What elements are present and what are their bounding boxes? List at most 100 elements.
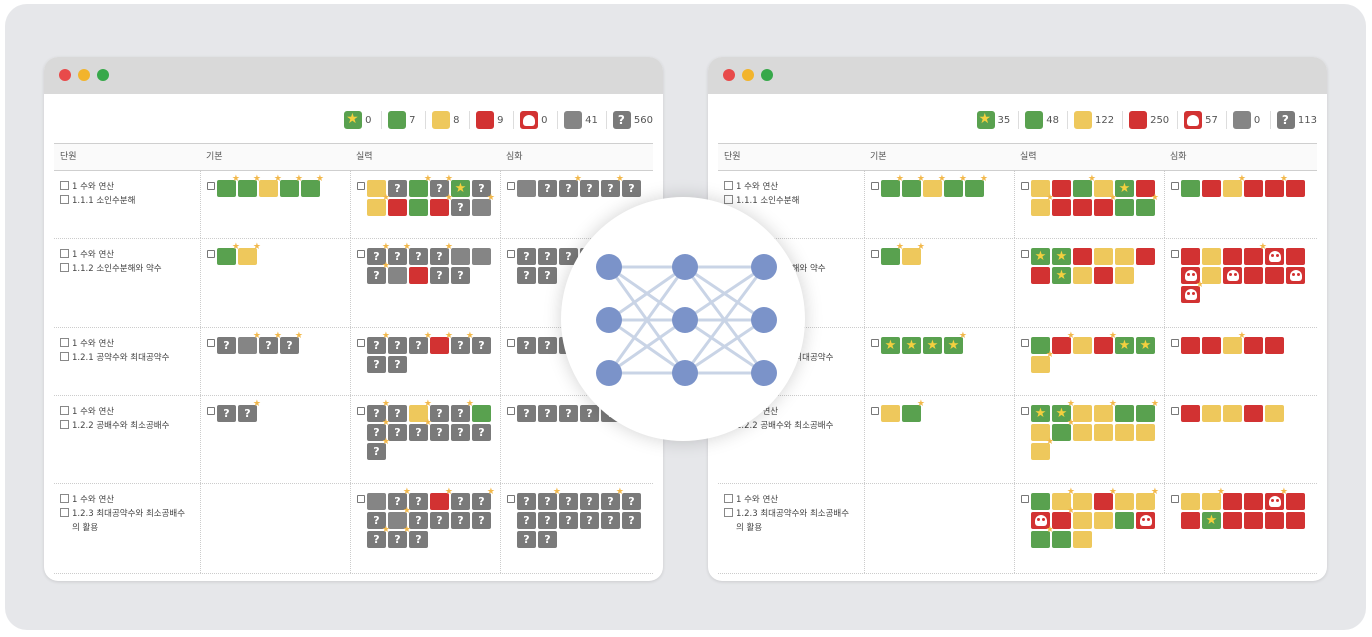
minimize-dot[interactable]	[78, 69, 90, 81]
cell-checkbox[interactable]	[1171, 407, 1179, 415]
yellow-tile[interactable]	[1115, 267, 1134, 284]
gray-tile[interactable]	[472, 248, 491, 265]
cell-checkbox[interactable]	[1021, 339, 1029, 347]
star-tile[interactable]: ★	[1115, 180, 1134, 197]
yellow-tile[interactable]	[1094, 424, 1113, 441]
red-tile[interactable]	[1244, 180, 1263, 197]
red-tile[interactable]: ★	[1094, 488, 1117, 510]
red-tile[interactable]	[1223, 512, 1242, 529]
red-tile[interactable]	[1181, 337, 1200, 354]
cell-checkbox[interactable]	[357, 495, 365, 503]
gray-tile[interactable]	[388, 267, 407, 284]
yellow-tile[interactable]	[1265, 405, 1284, 422]
green-tile[interactable]: ★	[1052, 419, 1075, 441]
skull-tile[interactable]	[1223, 267, 1242, 284]
green-tile[interactable]: ★	[280, 175, 303, 197]
question-tile[interactable]: ?	[451, 493, 470, 510]
cell-checkbox[interactable]	[1171, 182, 1179, 190]
minimize-dot[interactable]	[742, 69, 754, 81]
cell-checkbox[interactable]	[871, 250, 879, 258]
star-tile[interactable]: ★	[1136, 337, 1155, 354]
green-tile[interactable]	[472, 405, 491, 422]
yellow-tile[interactable]: ★	[238, 243, 261, 265]
gray-tile[interactable]	[451, 248, 470, 265]
yellow-tile[interactable]	[1094, 248, 1113, 265]
green-tile[interactable]	[1181, 180, 1200, 197]
unit-checkbox[interactable]	[60, 195, 69, 204]
question-tile[interactable]: ? ★	[601, 175, 624, 197]
question-tile[interactable]: ? ★	[409, 332, 432, 354]
question-tile[interactable]: ?	[430, 424, 449, 441]
gray-tile[interactable]	[517, 180, 536, 197]
red-tile[interactable]	[1286, 512, 1305, 529]
unit-checkbox[interactable]	[60, 406, 69, 415]
question-tile[interactable]: ?	[367, 356, 386, 373]
cell-checkbox[interactable]	[357, 339, 365, 347]
cell-checkbox[interactable]	[207, 339, 215, 347]
yellow-tile[interactable]: ★	[902, 243, 925, 265]
red-tile[interactable]	[1244, 267, 1263, 284]
unit-checkbox[interactable]	[60, 508, 69, 517]
red-tile[interactable]	[1052, 180, 1071, 197]
question-tile[interactable]: ?	[217, 405, 236, 422]
green-tile[interactable]: ★	[881, 175, 904, 197]
question-tile[interactable]: ? ★	[451, 400, 474, 422]
skull-tile[interactable]: ★	[1181, 281, 1204, 303]
question-tile[interactable]: ?	[517, 512, 536, 529]
star-tile[interactable]: ★ ★	[944, 332, 967, 354]
yellow-tile[interactable]: ★	[1031, 438, 1054, 460]
red-tile[interactable]	[1223, 493, 1242, 510]
question-tile[interactable]: ?	[217, 337, 236, 354]
green-tile[interactable]: ★	[902, 400, 925, 422]
red-tile[interactable]	[1202, 180, 1221, 197]
yellow-tile[interactable]	[1073, 405, 1092, 422]
red-tile[interactable]	[1136, 248, 1155, 265]
question-tile[interactable]: ? ★	[430, 243, 453, 265]
yellow-tile[interactable]	[1202, 248, 1221, 265]
red-tile[interactable]	[1073, 199, 1092, 216]
yellow-tile[interactable]	[1115, 493, 1134, 510]
red-tile[interactable]	[1094, 267, 1113, 284]
green-tile[interactable]: ★	[217, 243, 240, 265]
question-tile[interactable]: ?	[538, 512, 557, 529]
question-tile[interactable]: ?	[517, 493, 536, 510]
unit-checkbox[interactable]	[60, 181, 69, 190]
question-tile[interactable]: ?	[580, 180, 599, 197]
question-tile[interactable]: ?	[538, 248, 557, 265]
cell-checkbox[interactable]	[507, 495, 515, 503]
question-tile[interactable]: ? ★	[409, 419, 432, 441]
cell-checkbox[interactable]	[1171, 495, 1179, 503]
question-tile[interactable]: ?	[517, 405, 536, 422]
yellow-tile[interactable]: ★	[1202, 488, 1225, 510]
red-tile[interactable]	[1031, 267, 1050, 284]
red-tile[interactable]	[1052, 199, 1071, 216]
green-tile[interactable]: ★	[902, 175, 925, 197]
green-tile[interactable]	[1115, 199, 1134, 216]
green-tile[interactable]: ★	[1136, 194, 1159, 216]
red-tile[interactable]	[1223, 248, 1242, 265]
question-tile[interactable]: ? ★	[367, 526, 390, 548]
cell-checkbox[interactable]	[871, 407, 879, 415]
yellow-tile[interactable]	[1094, 512, 1113, 529]
green-tile[interactable]: ★	[965, 175, 988, 197]
cell-checkbox[interactable]	[1021, 495, 1029, 503]
green-tile[interactable]: ★	[217, 175, 240, 197]
question-tile[interactable]: ?	[601, 512, 620, 529]
yellow-tile[interactable]: ★	[1223, 175, 1246, 197]
question-tile[interactable]: ?	[388, 356, 407, 373]
question-tile[interactable]: ?	[622, 493, 641, 510]
cell-checkbox[interactable]	[1021, 182, 1029, 190]
red-tile[interactable]	[1244, 493, 1263, 510]
question-tile[interactable]: ?	[451, 199, 470, 216]
cell-checkbox[interactable]	[357, 407, 365, 415]
maximize-dot[interactable]	[97, 69, 109, 81]
star-tile[interactable]: ★	[451, 180, 470, 197]
cell-checkbox[interactable]	[1171, 339, 1179, 347]
skull-tile[interactable]: ★	[1265, 488, 1288, 510]
question-tile[interactable]: ?	[538, 267, 557, 284]
yellow-tile[interactable]: ★	[1094, 400, 1117, 422]
yellow-tile[interactable]	[1223, 405, 1242, 422]
yellow-tile[interactable]: ★	[259, 175, 282, 197]
yellow-tile[interactable]	[1073, 424, 1092, 441]
yellow-tile[interactable]	[1181, 493, 1200, 510]
